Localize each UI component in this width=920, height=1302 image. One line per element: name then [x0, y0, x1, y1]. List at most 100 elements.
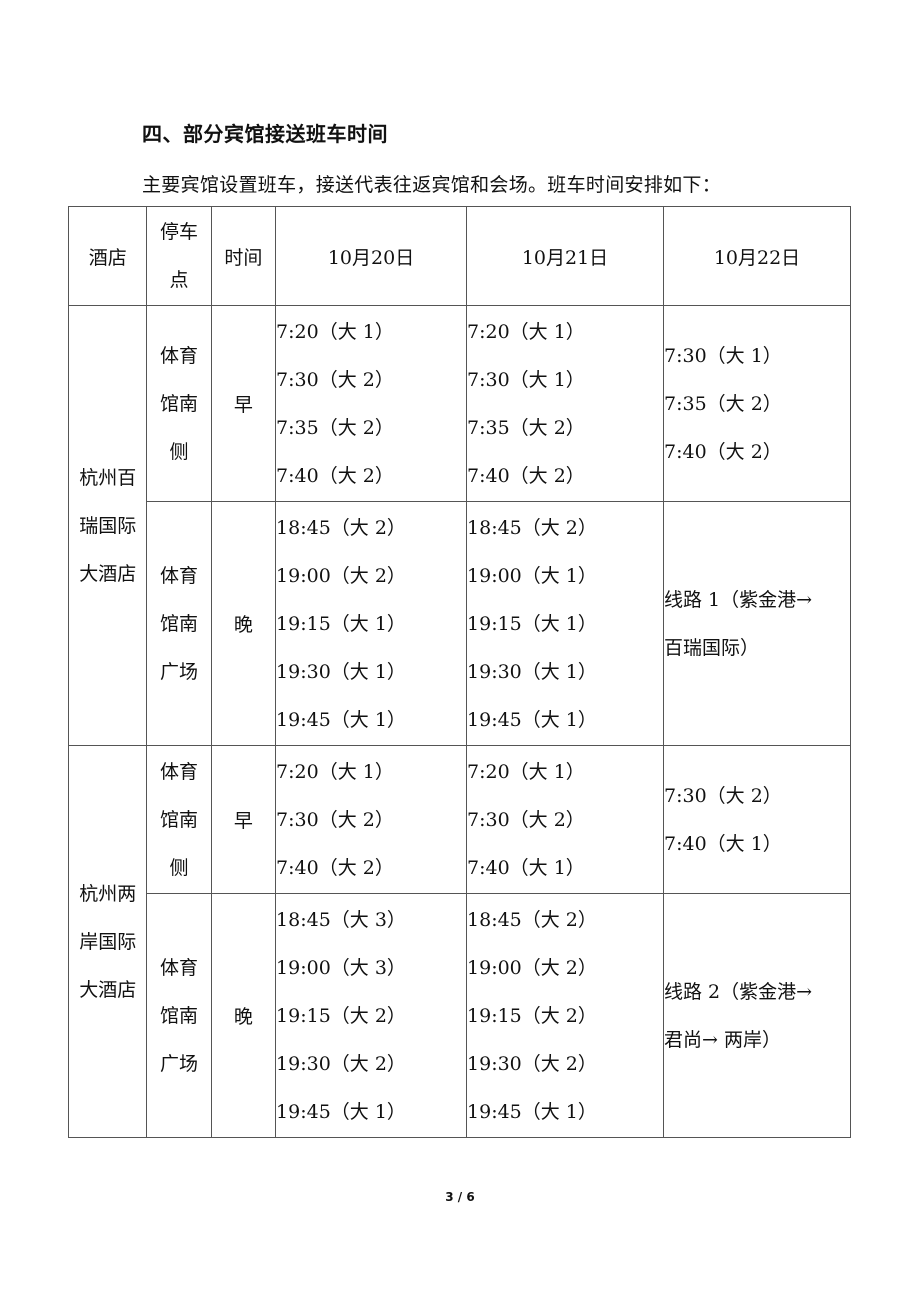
time-entry: 19:45（大 1） — [276, 708, 406, 731]
hotel-name-cell: 杭州百 瑞国际 大酒店 — [67, 305, 148, 746]
day2-times: 7:20（大 1） 7:30（大 1） 7:35（大 2） 7:40（大 2） — [466, 305, 665, 502]
hotel-name-cell: 杭州两 岸国际 大酒店 — [67, 745, 148, 1138]
time-entry: 19:30（大 1） — [467, 660, 597, 683]
table-row: 杭州两 岸国际 大酒店 体育 馆南 侧 早 7:20（大 1） 7:30（大 2… — [67, 745, 851, 1138]
intro-paragraph: 主要宾馆设置班车，接送代表往返宾馆和会场。班车时间安排如下： — [142, 174, 722, 196]
time-entry: 7:30（大 1） — [467, 368, 585, 391]
time-entry: 19:00（大 1） — [467, 564, 597, 587]
day3-route: 线路 2（紫金港→ 君尚→ 两岸） — [663, 893, 851, 1138]
time-entry: 7:40（大 2） — [467, 464, 585, 487]
route-line: 百瑞国际） — [664, 636, 760, 659]
time-entry: 7:40（大 1） — [467, 856, 585, 879]
time-entry: 19:30（大 2） — [467, 1052, 597, 1075]
time-entry: 7:30（大 2） — [276, 808, 394, 831]
time-entry: 7:20（大 1） — [276, 320, 394, 343]
hotel-name-line: 瑞国际 — [79, 514, 137, 537]
day1-times: 7:20（大 1） 7:30（大 2） 7:35（大 2） 7:40（大 2） — [275, 305, 468, 502]
time-entry: 19:15（大 2） — [467, 1004, 597, 1027]
time-entry: 7:20（大 1） — [276, 760, 394, 783]
time-entry: 19:45（大 1） — [276, 1100, 406, 1123]
day3-route: 线路 1（紫金港→ 百瑞国际） — [663, 501, 851, 746]
day3-times: 7:30（大 1） 7:35（大 2） 7:40（大 2） — [663, 305, 851, 502]
stop-line: 体育 — [160, 956, 199, 979]
route-line: 线路 2（紫金港→ — [664, 980, 813, 1003]
stop-cell: 体育 馆南 侧 — [146, 745, 212, 894]
time-entry: 18:45（大 2） — [467, 908, 597, 931]
stop-line: 体育 — [160, 564, 199, 587]
stop-cell: 体育 馆南 广场 — [146, 893, 212, 1138]
day1-times: 18:45（大 2） 19:00（大 2） 19:15（大 1） 19:30（大… — [275, 501, 468, 746]
header-hotel: 酒店 — [67, 206, 148, 306]
time-entry: 7:40（大 2） — [276, 856, 394, 879]
time-entry: 19:15（大 1） — [276, 612, 406, 635]
time-entry: 19:00（大 2） — [276, 564, 406, 587]
stop-line: 体育 — [160, 760, 199, 783]
time-entry: 19:15（大 2） — [276, 1004, 406, 1027]
table-header-row: 酒店 停车 点 时间 10月20日 10月21日 10月22日 — [67, 206, 851, 306]
stop-line: 侧 — [169, 440, 189, 463]
hotel-name-line: 杭州两 — [79, 882, 137, 905]
day2-times: 18:45（大 2） 19:00（大 2） 19:15（大 2） 19:30（大… — [466, 893, 665, 1138]
header-day3: 10月22日 — [663, 206, 851, 306]
section-heading: 四、部分宾馆接送班车时间 — [142, 122, 388, 146]
time-entry: 19:00（大 3） — [276, 956, 406, 979]
time-entry: 7:40（大 1） — [664, 832, 782, 855]
stop-line: 侧 — [169, 856, 189, 879]
day1-times: 7:20（大 1） 7:30（大 2） 7:40（大 2） — [275, 745, 468, 894]
time-entry: 7:40（大 2） — [276, 464, 394, 487]
time-entry: 7:30（大 2） — [276, 368, 394, 391]
header-time: 时间 — [210, 206, 277, 306]
day2-times: 18:45（大 2） 19:00（大 1） 19:15（大 1） 19:30（大… — [466, 501, 665, 746]
time-entry: 18:45（大 2） — [467, 516, 597, 539]
hotel-name-line: 大酒店 — [79, 562, 137, 585]
time-entry: 19:00（大 2） — [467, 956, 597, 979]
header-day2: 10月21日 — [466, 206, 665, 306]
stop-cell: 体育 馆南 侧 — [146, 305, 212, 502]
stop-line: 广场 — [160, 660, 199, 683]
stop-line: 体育 — [160, 344, 199, 367]
hotel-name-line: 杭州百 — [79, 466, 137, 489]
time-entry: 7:35（大 2） — [664, 392, 782, 415]
route-line: 线路 1（紫金港→ — [664, 588, 813, 611]
time-entry: 7:20（大 1） — [467, 320, 585, 343]
stop-line: 馆南 — [160, 392, 199, 415]
hotel-name-line: 岸国际 — [79, 930, 137, 953]
time-entry: 18:45（大 3） — [276, 908, 406, 931]
header-stop-line: 停车 — [160, 221, 199, 243]
day1-times: 18:45（大 3） 19:00（大 3） 19:15（大 2） 19:30（大… — [275, 893, 468, 1138]
period-cell: 早 — [210, 305, 277, 502]
time-entry: 7:30（大 1） — [664, 344, 782, 367]
time-entry: 18:45（大 2） — [276, 516, 406, 539]
time-entry: 19:15（大 1） — [467, 612, 597, 635]
header-stop-line: 点 — [169, 269, 189, 291]
period-cell: 早 — [210, 745, 277, 894]
shuttle-schedule-table: 酒店 停车 点 时间 10月20日 10月21日 10月22日 杭州百 瑞国际 … — [67, 206, 851, 1138]
period-cell: 晚 — [210, 501, 277, 746]
time-entry: 7:30（大 2） — [467, 808, 585, 831]
time-entry: 19:45（大 1） — [467, 708, 597, 731]
time-entry: 19:30（大 2） — [276, 1052, 406, 1075]
stop-line: 广场 — [160, 1052, 199, 1075]
time-entry: 7:30（大 2） — [664, 784, 782, 807]
time-entry: 19:30（大 1） — [276, 660, 406, 683]
header-day1: 10月20日 — [275, 206, 468, 306]
table-row: 体育 馆南 广场 晚 18:45（大 2） 19:00（大 2） 19:15（大… — [69, 501, 851, 746]
table-row: 体育 馆南 广场 晚 18:45（大 3） 19:00（大 3） 19:15（大… — [69, 893, 851, 1138]
stop-line: 馆南 — [160, 1004, 199, 1027]
period-cell: 晚 — [210, 893, 277, 1138]
stop-line: 馆南 — [160, 808, 199, 831]
table-row: 杭州百 瑞国际 大酒店 体育 馆南 侧 早 7:20（大 1） 7:30（大 2… — [67, 305, 851, 746]
day3-times: 7:30（大 2） 7:40（大 1） — [663, 745, 851, 894]
time-entry: 7:35（大 2） — [276, 416, 394, 439]
route-line: 君尚→ 两岸） — [664, 1028, 781, 1051]
day2-times: 7:20（大 1） 7:30（大 2） 7:40（大 1） — [466, 745, 665, 894]
stop-cell: 体育 馆南 广场 — [146, 501, 212, 746]
hotel-name-line: 大酒店 — [79, 978, 137, 1001]
page-indicator: 3 / 6 — [445, 1190, 475, 1204]
time-entry: 19:45（大 1） — [467, 1100, 597, 1123]
time-entry: 7:20（大 1） — [467, 760, 585, 783]
time-entry: 7:40（大 2） — [664, 440, 782, 463]
header-stop: 停车 点 — [146, 206, 212, 306]
time-entry: 7:35（大 2） — [467, 416, 585, 439]
stop-line: 馆南 — [160, 612, 199, 635]
